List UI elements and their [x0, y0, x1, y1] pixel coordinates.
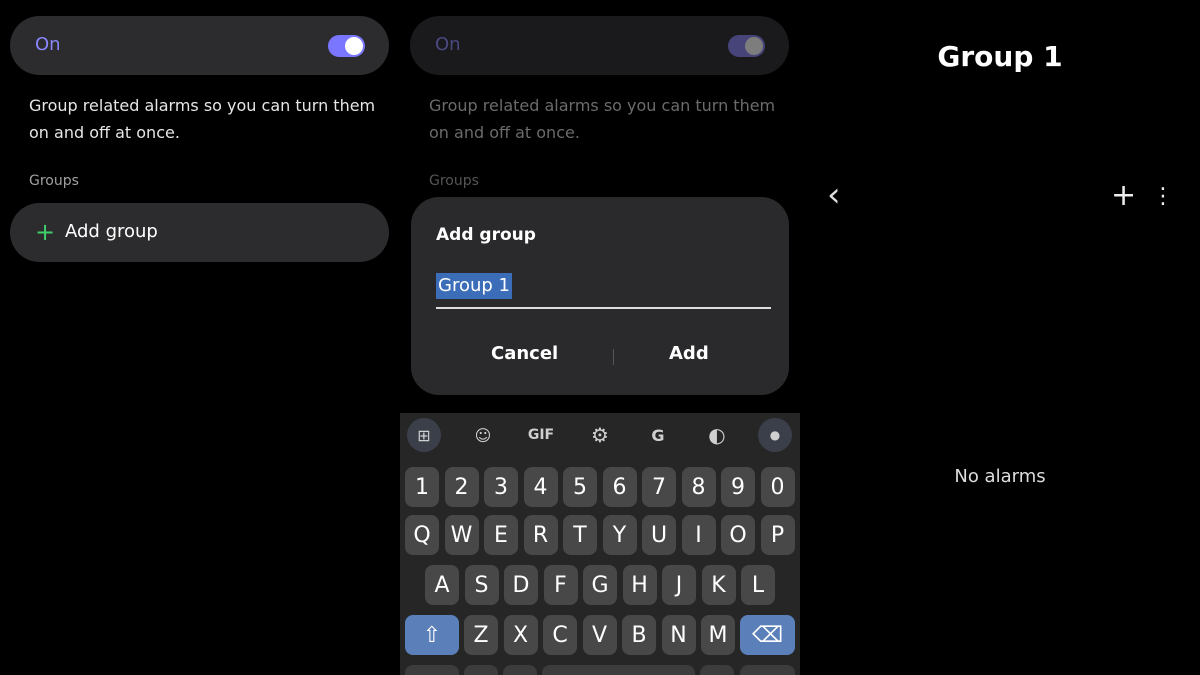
key-b[interactable]: B	[622, 615, 656, 655]
key-p[interactable]: P	[760, 515, 795, 555]
switch-knob	[345, 37, 363, 55]
keyboard-toolbar: ⊞ ☺ GIF ⚙ G ◐ ●	[400, 413, 800, 458]
key-m[interactable]: M	[701, 615, 735, 655]
translate-icon[interactable]: G	[641, 418, 675, 452]
palette-icon[interactable]: ◐	[700, 418, 734, 452]
symbols-key[interactable]	[405, 665, 459, 675]
key-6[interactable]: 6	[602, 467, 637, 507]
groups-description: Group related alarms so you can turn the…	[29, 96, 376, 142]
key-z[interactable]: Z	[464, 615, 498, 655]
key-f[interactable]: F	[543, 565, 578, 605]
enter-key[interactable]	[740, 665, 795, 675]
group-name-value: Group 1	[436, 273, 512, 299]
key-q[interactable]: Q	[405, 515, 439, 555]
key-x[interactable]: X	[503, 615, 538, 655]
key-d[interactable]: D	[504, 565, 538, 605]
add-group-dialog-screen: On Group related alarms so you can turn …	[400, 0, 800, 675]
groups-description-dimmed: Group related alarms so you can turn the…	[429, 96, 776, 142]
group-name-input[interactable]: Group 1	[436, 273, 771, 309]
empty-state-text: No alarms	[954, 466, 1046, 487]
key-u[interactable]: U	[642, 515, 676, 555]
back-icon[interactable]: ‹	[827, 178, 841, 212]
more-options-icon[interactable]: ⋮	[1152, 186, 1174, 208]
add-group-dialog: Add group Group 1 Cancel Add	[411, 197, 789, 395]
key-n[interactable]: N	[661, 615, 696, 655]
toggle-label-dimmed: On	[435, 34, 461, 55]
gif-button[interactable]: GIF	[524, 418, 558, 452]
cancel-button[interactable]: Cancel	[491, 343, 558, 364]
key-w[interactable]: W	[444, 515, 479, 555]
key-s[interactable]: S	[464, 565, 499, 605]
apps-grid-icon[interactable]: ⊞	[407, 418, 441, 452]
groups-toggle-row[interactable]: On	[10, 16, 389, 75]
groups-switch[interactable]	[328, 35, 365, 57]
add-group-label: Add group	[65, 221, 158, 242]
switch-knob	[745, 37, 763, 55]
section-title-dimmed: Groups	[429, 173, 479, 189]
key-9[interactable]: 9	[721, 467, 755, 507]
key-a[interactable]: A	[425, 565, 459, 605]
dialog-buttons: Cancel Add	[411, 337, 789, 377]
space-key[interactable]	[542, 665, 695, 675]
key-g[interactable]: G	[583, 565, 617, 605]
groups-switch-dimmed	[728, 35, 765, 57]
key-h[interactable]: H	[622, 565, 657, 605]
add-button[interactable]: Add	[669, 343, 709, 364]
key-8[interactable]: 8	[681, 467, 716, 507]
comma-key[interactable]	[503, 665, 537, 675]
section-title: Groups	[29, 173, 79, 189]
on-screen-keyboard: ⊞ ☺ GIF ⚙ G ◐ ● 1234567890 QWERTYUIOP ASDF…	[400, 413, 800, 675]
key-5[interactable]: 5	[563, 467, 597, 507]
emoji-key[interactable]	[464, 665, 498, 675]
key-4[interactable]: 4	[523, 467, 558, 507]
add-group-button[interactable]: + Add group	[10, 203, 389, 262]
shift-key[interactable]: ⇧	[405, 615, 459, 655]
key-v[interactable]: V	[582, 615, 617, 655]
key-c[interactable]: C	[543, 615, 577, 655]
key-l[interactable]: L	[741, 565, 775, 605]
key-2[interactable]: 2	[444, 467, 479, 507]
button-divider	[613, 349, 614, 365]
key-j[interactable]: J	[662, 565, 696, 605]
toggle-label: On	[35, 34, 61, 55]
microphone-icon[interactable]: ●	[758, 418, 792, 452]
add-alarm-icon[interactable]: +	[1111, 181, 1136, 211]
key-k[interactable]: K	[701, 565, 736, 605]
key-1[interactable]: 1	[405, 467, 439, 507]
key-r[interactable]: R	[523, 515, 558, 555]
group-detail-screen: Group 1 ‹ + ⋮ No alarms	[800, 0, 1200, 675]
key-i[interactable]: I	[681, 515, 716, 555]
period-key[interactable]	[700, 665, 734, 675]
key-7[interactable]: 7	[642, 467, 676, 507]
alarm-groups-screen: On Group related alarms so you can turn …	[0, 0, 400, 675]
key-e[interactable]: E	[484, 515, 518, 555]
key-3[interactable]: 3	[484, 467, 518, 507]
backspace-key[interactable]: ⌫	[740, 615, 795, 655]
key-o[interactable]: O	[721, 515, 755, 555]
dialog-title: Add group	[436, 225, 536, 245]
plus-icon: +	[35, 218, 56, 246]
key-t[interactable]: T	[563, 515, 597, 555]
key-y[interactable]: Y	[602, 515, 637, 555]
gear-icon[interactable]: ⚙	[583, 418, 617, 452]
key-0[interactable]: 0	[760, 467, 795, 507]
sticker-icon[interactable]: ☺	[466, 418, 500, 452]
page-title: Group 1	[937, 40, 1063, 73]
groups-toggle-row-dimmed: On	[410, 16, 789, 75]
